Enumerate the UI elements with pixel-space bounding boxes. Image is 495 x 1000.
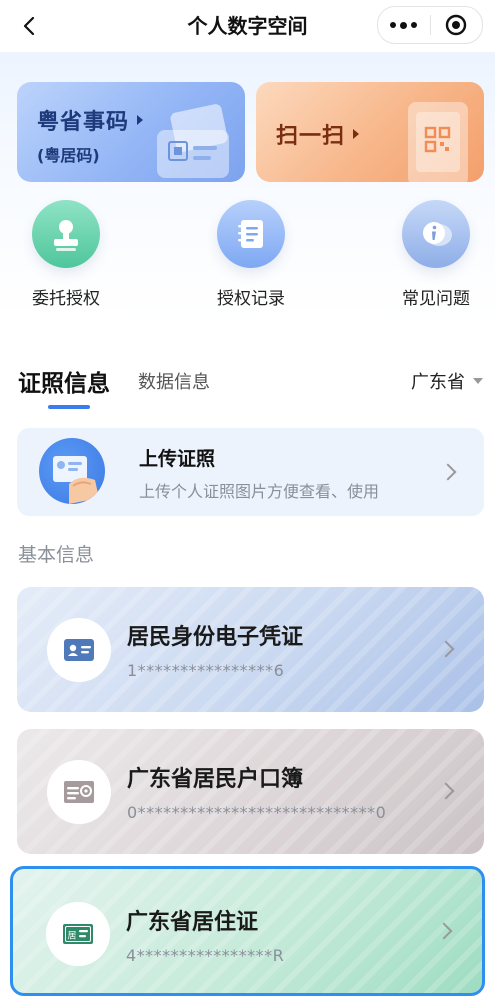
upload-illustration-icon (39, 438, 105, 504)
credential-title: 广东省居住证 (126, 910, 259, 935)
credential-title: 广东省居民户口簿 (127, 767, 304, 792)
tab-certificate-info[interactable]: 证照信息 (18, 364, 110, 398)
yue-code-title: 粤省事码 (37, 104, 144, 136)
digital-space-page: 个人数字空间 粤省事码 (粤居码) 扫一扫 委托授权 授权记录 常见问题 证照信… (0, 0, 495, 1000)
caret-right-icon (353, 129, 360, 139)
id-card-glyph (64, 639, 94, 661)
stamp-icon (32, 200, 100, 268)
yue-code-card[interactable]: 粤省事码 (粤居码) (17, 82, 245, 182)
residence-permit-glyph-text: 居 (67, 931, 76, 942)
region-selector-label: 广东省 (411, 372, 465, 393)
caret-down-icon (473, 378, 483, 384)
authorization-records-action[interactable]: 授权记录 (191, 200, 311, 309)
qr-phone-icon (408, 102, 468, 182)
household-register-credential-card[interactable]: 广东省居民户口簿 0****************************0 (17, 729, 484, 854)
credential-number: 4****************R (126, 946, 285, 965)
chevron-right-icon (435, 922, 453, 940)
chevron-right-icon (437, 640, 455, 658)
stamp-glyph (54, 220, 78, 251)
id-card-icon (47, 618, 111, 682)
target-close-icon (446, 14, 467, 36)
chevron-right-icon (439, 463, 457, 481)
scan-title: 扫一扫 (276, 118, 360, 150)
scan-title-text: 扫一扫 (276, 124, 346, 149)
info-glyph (423, 222, 452, 246)
quick-action-label: 常见问题 (402, 289, 470, 309)
region-selector[interactable]: 广东省 (411, 368, 483, 394)
caret-right-icon (137, 115, 144, 125)
upload-subtitle: 上传个人证照图片方便查看、使用 (139, 482, 380, 501)
residence-permit-icon: 居 (46, 902, 110, 966)
quick-action-label: 委托授权 (32, 289, 100, 309)
more-menu-button[interactable] (378, 7, 430, 43)
more-dot (390, 22, 397, 28)
quick-action-label: 授权记录 (217, 289, 285, 309)
upload-certificate-card[interactable]: 上传证照 上传个人证照图片方便查看、使用 (17, 428, 484, 516)
navigation-bar: 个人数字空间 (0, 0, 495, 52)
yue-code-subtitle: (粤居码) (37, 146, 100, 165)
household-register-icon (47, 760, 111, 824)
residence-permit-glyph: 居 (63, 924, 93, 944)
mini-program-capsule (377, 6, 483, 44)
delegate-authorization-action[interactable]: 委托授权 (6, 200, 126, 309)
close-mini-program-button[interactable] (431, 7, 483, 43)
notebook-glyph (238, 220, 263, 248)
resident-id-credential-card[interactable]: 居民身份电子凭证 1****************6 (17, 587, 484, 712)
wallet-card-icon (157, 104, 229, 178)
credential-number: 0****************************0 (127, 803, 387, 822)
info-icon (402, 200, 470, 268)
more-dot (400, 21, 408, 29)
chevron-right-icon (437, 782, 455, 800)
tab-data-info[interactable]: 数据信息 (138, 368, 210, 394)
faq-action[interactable]: 常见问题 (376, 200, 495, 309)
upload-illustration-glyph (53, 456, 99, 504)
credential-title: 居民身份电子凭证 (127, 625, 304, 650)
active-tab-indicator (48, 405, 90, 409)
scan-card[interactable]: 扫一扫 (256, 82, 484, 182)
residence-permit-credential-card[interactable]: 居 广东省居住证 4****************R (10, 866, 485, 996)
more-dot (411, 22, 418, 28)
yue-code-title-text: 粤省事码 (37, 110, 130, 135)
credential-number: 1****************6 (127, 661, 285, 680)
household-register-glyph (64, 781, 94, 803)
basic-info-section-label: 基本信息 (18, 544, 95, 566)
notebook-icon (217, 200, 285, 268)
upload-title: 上传证照 (139, 448, 216, 470)
